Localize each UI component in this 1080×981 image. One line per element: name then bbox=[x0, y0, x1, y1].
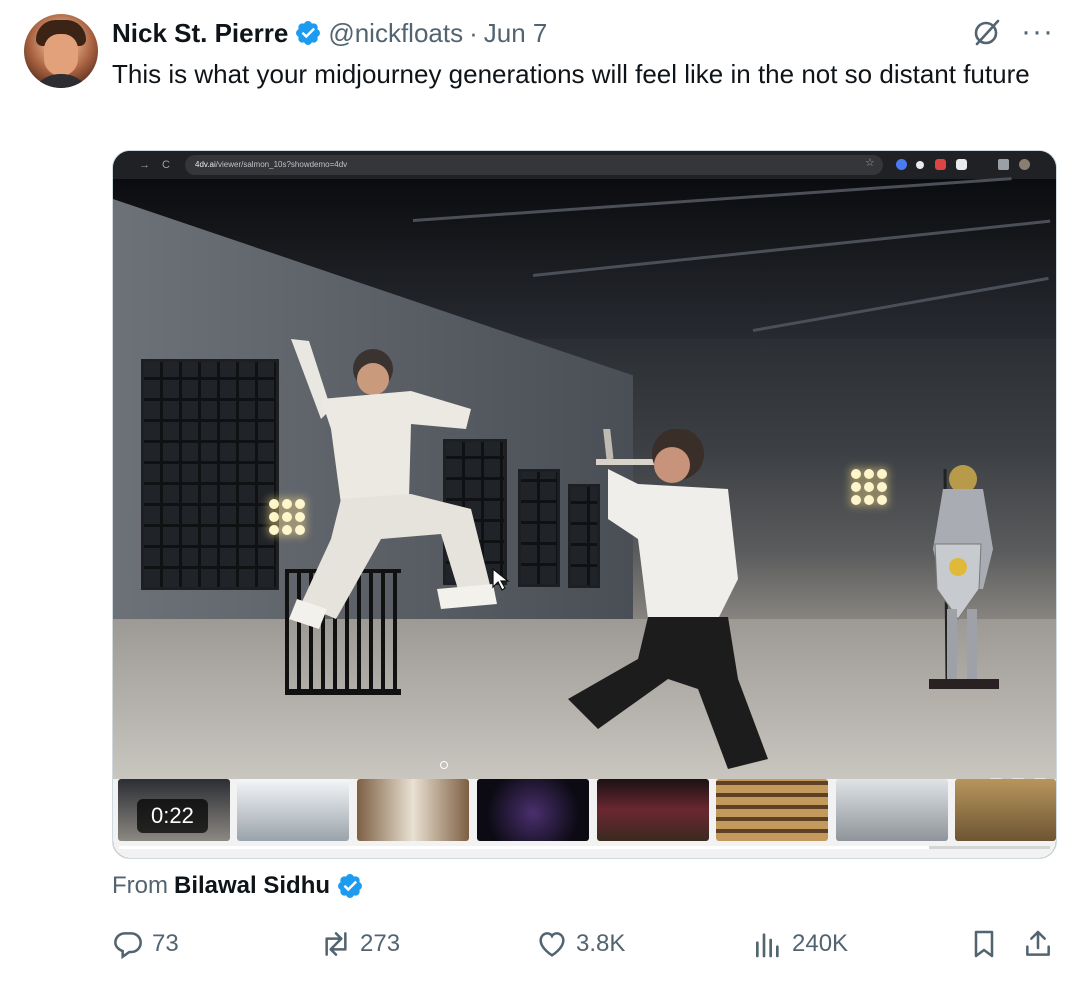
avatar-shirt bbox=[30, 74, 92, 88]
attribution-prefix: From bbox=[112, 872, 168, 899]
author-handle[interactable]: @nickfloats bbox=[328, 18, 463, 49]
views-button[interactable]: 240K bbox=[752, 928, 848, 960]
verified-badge-icon bbox=[338, 874, 362, 898]
scene-thumbnail[interactable] bbox=[357, 779, 469, 841]
download-icon bbox=[998, 159, 1009, 170]
media-attribution: From Bilawal Sidhu bbox=[112, 872, 364, 900]
warehouse-window bbox=[141, 359, 279, 590]
avatar-face bbox=[44, 34, 78, 76]
bookmark-star-icon: ☆ bbox=[865, 157, 875, 169]
tweet-date[interactable]: Jun 7 bbox=[484, 18, 548, 49]
scene-thumbnail[interactable] bbox=[477, 779, 589, 841]
sword-fighter bbox=[568, 429, 768, 769]
scene-thumbnail[interactable] bbox=[597, 779, 709, 841]
url-path: /viewer/salmon_10s?showdemo=4dv bbox=[215, 160, 348, 169]
video-frame: ❚❚ CC ultra ⓘ ▸ ⛶ bbox=[113, 177, 1056, 794]
author-name[interactable]: Nick St. Pierre bbox=[112, 18, 288, 49]
reply-button[interactable]: 73 bbox=[112, 928, 179, 960]
grok-icon[interactable] bbox=[971, 16, 1003, 48]
warehouse-window bbox=[518, 469, 560, 587]
video-player[interactable]: →C 4dv.ai/viewer/salmon_10s?showdemo=4dv… bbox=[112, 150, 1057, 859]
avatar[interactable] bbox=[24, 14, 98, 88]
browser-toolbar: →C 4dv.ai/viewer/salmon_10s?showdemo=4dv… bbox=[113, 151, 1056, 179]
view-count: 240K bbox=[792, 930, 849, 957]
bookmark-icon bbox=[974, 930, 994, 958]
views-icon bbox=[756, 933, 779, 958]
tweet-top-actions: ··· bbox=[971, 16, 1054, 48]
attribution-source[interactable]: Bilawal Sidhu bbox=[174, 872, 330, 900]
scene-thumbnail[interactable] bbox=[237, 779, 349, 841]
cursor-icon bbox=[492, 567, 510, 591]
repost-button[interactable]: 273 bbox=[320, 928, 400, 960]
repost-count: 273 bbox=[360, 930, 401, 957]
more-icon[interactable]: ··· bbox=[1021, 17, 1054, 47]
like-button[interactable]: 3.8K bbox=[536, 928, 625, 960]
scene-thumbnail[interactable] bbox=[836, 779, 948, 841]
tweet-action-bar: 73 273 3.8K 240K bbox=[112, 928, 1056, 964]
url-domain: 4dv.ai bbox=[195, 160, 216, 169]
video-duration: 0:22 bbox=[137, 799, 208, 833]
extension-icon bbox=[935, 159, 946, 170]
share-icon bbox=[1026, 930, 1050, 956]
scrub-handle[interactable] bbox=[440, 761, 448, 769]
scene-thumbnail[interactable] bbox=[716, 779, 828, 841]
header-separator: · bbox=[469, 17, 478, 48]
tweet-header: Nick St. Pierre @nickfloats · Jun 7 bbox=[112, 16, 547, 50]
extension-icon bbox=[916, 161, 924, 169]
profile-icon bbox=[1019, 159, 1030, 170]
reply-count: 73 bbox=[152, 930, 179, 957]
verified-badge-icon bbox=[296, 21, 321, 45]
extension-icon bbox=[956, 159, 967, 170]
knight-armor-statue bbox=[929, 465, 999, 689]
like-count: 3.8K bbox=[576, 930, 626, 957]
extension-icon bbox=[896, 159, 907, 170]
scene-thumbnail[interactable] bbox=[955, 779, 1056, 841]
reply-icon bbox=[114, 932, 142, 960]
bookmark-button[interactable] bbox=[968, 928, 1000, 960]
like-icon bbox=[539, 932, 565, 957]
share-button[interactable] bbox=[1022, 928, 1054, 960]
jumping-fighter bbox=[289, 339, 497, 629]
video-progress-fill bbox=[119, 846, 929, 849]
video-progress-track[interactable] bbox=[119, 846, 1050, 849]
repost-icon bbox=[325, 932, 347, 956]
browser-nav-icons: →C bbox=[139, 159, 182, 171]
browser-url-bar: 4dv.ai/viewer/salmon_10s?showdemo=4dv bbox=[185, 155, 883, 175]
tweet-text: This is what your midjourney generations… bbox=[112, 59, 1030, 89]
stage-light bbox=[851, 469, 887, 505]
